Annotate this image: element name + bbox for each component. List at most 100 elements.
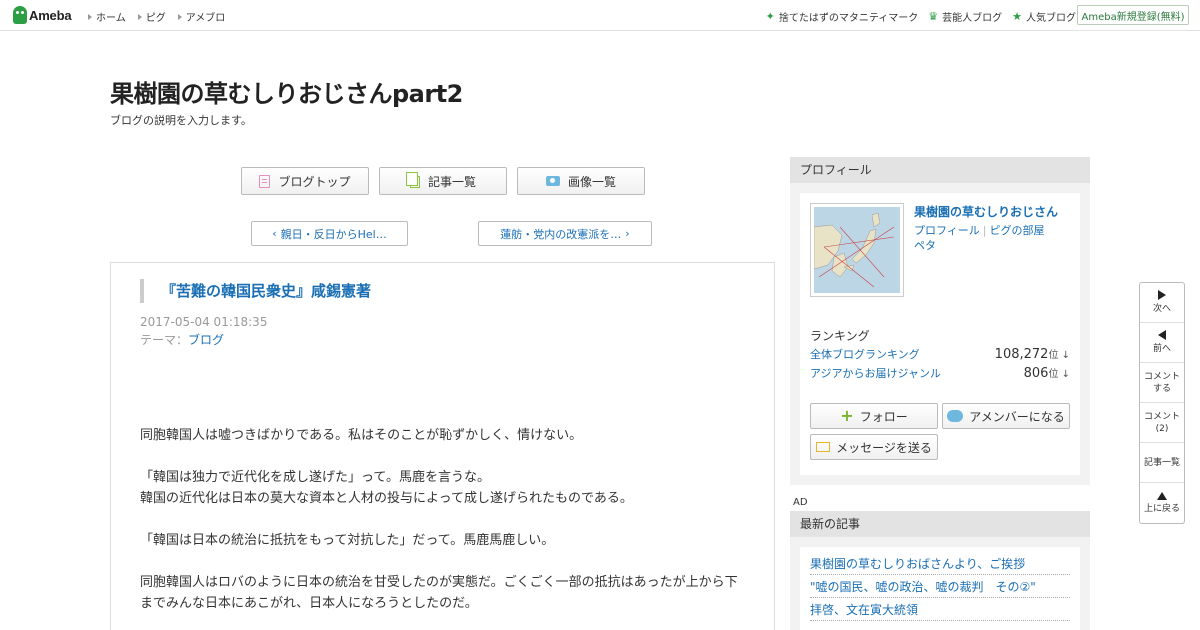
float-comment-button[interactable]: コメント する xyxy=(1140,363,1184,403)
float-next-label: 次へ xyxy=(1152,304,1171,314)
float-comments-count: (2) xyxy=(1155,423,1169,434)
chevron-right-icon: › xyxy=(625,227,630,240)
entry-paragraph: 「韓国は独力で近代化を成し遂げた」って。馬鹿を言うな。 韓国の近代化は日本の莫大… xyxy=(140,467,750,509)
ameba-logo[interactable]: Ameba xyxy=(13,6,72,24)
ranking-row: 全体ブログランキング 108,272位 ↓ xyxy=(810,346,1070,362)
mail-icon xyxy=(816,442,831,452)
profile-name[interactable]: 果樹園の草むしりおじさん xyxy=(914,203,1058,220)
next-entry-label: 蓮舫・党内の改憲派を… xyxy=(500,227,622,241)
article: 『苦難の韓国民衆史』咸錫憲著 2017-05-04 01:18:35 テーマ：ブ… xyxy=(110,262,775,630)
camera-icon xyxy=(545,176,560,186)
float-comments-button[interactable]: コメント (2) xyxy=(1140,403,1184,443)
image-list-button[interactable]: 画像一覧 xyxy=(517,167,645,195)
arrow-down-icon: ↓ xyxy=(1058,369,1070,380)
link-popular-blog[interactable]: ★ 人気ブログ xyxy=(1012,9,1076,24)
float-prev-button[interactable]: 前へ xyxy=(1140,323,1184,363)
triangle-right-icon xyxy=(1158,290,1166,300)
ranking-value: 108,272 xyxy=(994,347,1049,362)
recent-entry-link[interactable]: "嘘の国民、嘘の政治、嘘の裁判 その②" xyxy=(810,576,1070,598)
float-comments-label: コメント xyxy=(1143,411,1180,422)
entry-date: 2017-05-04 01:18:35 xyxy=(140,315,268,329)
blog-description: ブログの説明を入力します。 xyxy=(110,114,252,127)
plus-icon: + xyxy=(840,406,854,425)
follow-button[interactable]: + フォロー xyxy=(810,403,938,429)
pigg-room-link[interactable]: ピグの部屋 xyxy=(990,224,1045,237)
float-next-button[interactable]: 次へ xyxy=(1140,283,1184,323)
ranking-value: 806 xyxy=(1023,366,1049,381)
global-nav: ホーム ピグ アメブロ xyxy=(88,9,225,24)
document-icon xyxy=(259,174,271,188)
next-entry-link[interactable]: 蓮舫・党内の改憲派を… › xyxy=(478,221,652,246)
profile-image[interactable] xyxy=(810,203,904,297)
float-comment-label: コメント xyxy=(1143,371,1180,382)
triangle-left-icon xyxy=(1158,330,1166,340)
entry-title[interactable]: 『苦難の韓国民衆史』咸錫憲著 xyxy=(140,279,371,303)
ranking-unit: 位 xyxy=(1048,350,1059,361)
float-entry-list-button[interactable]: 記事一覧 xyxy=(1140,443,1184,483)
speech-bubble-icon xyxy=(947,410,964,422)
ranking-row: アジアからお届けジャンル 806位 ↓ xyxy=(810,365,1070,381)
prev-entry-link[interactable]: ‹ 親日・反日からHel… xyxy=(251,221,408,246)
nav-home-label: ホーム xyxy=(96,13,126,24)
triangle-up-icon xyxy=(1157,491,1167,500)
entry-theme-link[interactable]: ブログ xyxy=(188,333,224,347)
amember-button[interactable]: アメンバーになる xyxy=(942,403,1070,429)
ranking-overall-link[interactable]: 全体ブログランキング xyxy=(810,346,920,362)
float-back-to-top-label: 上に戻る xyxy=(1143,503,1180,514)
link-maternity-mark-label: 捨てたはずのマタニティマーク xyxy=(778,13,919,24)
entry-line: 「韓国は独力で近代化を成し遂げた」って。馬鹿を言うな。 xyxy=(140,470,490,485)
nav-ameblo-label: アメブロ xyxy=(185,13,226,24)
triangle-right-icon xyxy=(137,13,142,20)
profile-inner: 果樹園の草むしりおじさん プロフィール | ピグの部屋 ペタ ランキング 全体ブログ… xyxy=(800,193,1080,475)
entry-list-label: 記事一覧 xyxy=(427,174,476,189)
nav-home[interactable]: ホーム xyxy=(88,9,126,24)
message-label: メッセージを送る xyxy=(836,440,932,455)
triangle-right-icon xyxy=(88,13,92,20)
peta-link[interactable]: ペタ xyxy=(914,239,936,252)
blog-top-label: ブログトップ xyxy=(278,174,351,189)
copy-icon xyxy=(405,172,420,188)
profile-box: プロフィール 果樹園の草むしりおじさん プロフィール | ピグの部屋 ペタ ラン… xyxy=(790,157,1090,485)
profile-header: プロフィール xyxy=(790,157,1090,183)
link-maternity-mark[interactable]: ✦ 捨てたはずのマタニティマーク xyxy=(766,9,919,24)
sparkle-icon: ✦ xyxy=(765,10,775,23)
recent-entry-link[interactable]: 果樹園の草むしりおばさんより、ご挨拶 xyxy=(810,553,1070,575)
message-button[interactable]: メッセージを送る xyxy=(810,434,938,460)
ameba-logo-text: Ameba xyxy=(29,7,72,23)
ranking-label: ランキング xyxy=(810,329,870,343)
blog-title[interactable]: 果樹園の草むしりおじさんpart2 xyxy=(110,74,463,109)
chevron-left-icon: ‹ xyxy=(272,227,277,240)
entry-list-button[interactable]: 記事一覧 xyxy=(379,167,507,195)
star-icon: ★ xyxy=(1012,10,1022,23)
ad-label: AD xyxy=(793,497,808,508)
separator: | xyxy=(982,224,987,237)
recent-entries-box: 最新の記事 果樹園の草むしりおばさんより、ご挨拶 "嘘の国民、嘘の政治、嘘の裁判… xyxy=(790,511,1090,630)
header-right-links: ✦ 捨てたはずのマタニティマーク ♛ 芸能人ブログ ★ 人気ブログ xyxy=(766,9,1076,24)
entry-paragraph: 同胞韓国人はロバのように日本の統治を甘受したのが実態だ。ごくごく一部の抵抗はあっ… xyxy=(140,575,738,611)
ameba-logo-icon xyxy=(13,6,27,24)
triangle-right-icon xyxy=(177,13,182,20)
image-list-label: 画像一覧 xyxy=(567,174,616,189)
register-button[interactable]: Ameba新規登録(無料) xyxy=(1077,5,1189,25)
link-celebrity-blog[interactable]: ♛ 芸能人ブログ xyxy=(928,9,1002,24)
recent-entry-link[interactable]: 拝啓、文在寅大統領 xyxy=(810,599,1070,621)
amember-label: アメンバーになる xyxy=(969,409,1065,424)
entry-theme-label: テーマ： xyxy=(140,333,189,347)
nav-pigg[interactable]: ピグ xyxy=(137,9,166,24)
arrow-down-icon: ↓ xyxy=(1058,350,1070,361)
entry-line: 韓国の近代化は日本の莫大な資本と人材の投与によって成し遂げられたものである。 xyxy=(140,491,633,506)
ranking-unit: 位 xyxy=(1048,369,1059,380)
map-thumbnail xyxy=(814,207,900,293)
ranking-genre-link[interactable]: アジアからお届けジャンル xyxy=(810,365,941,381)
profile-link[interactable]: プロフィール xyxy=(914,224,980,237)
float-comment-label-2: する xyxy=(1152,383,1171,394)
crown-icon: ♛ xyxy=(928,10,939,23)
map-image xyxy=(814,207,900,293)
floating-nav: 次へ 前へ コメント する コメント (2) 記事一覧 上に戻る xyxy=(1139,282,1185,524)
link-celebrity-blog-label: 芸能人ブログ xyxy=(942,13,1003,24)
nav-ameblo[interactable]: アメブロ xyxy=(177,9,226,24)
float-back-to-top-button[interactable]: 上に戻る xyxy=(1140,483,1184,523)
ranking-overall-value: 108,272位 ↓ xyxy=(995,346,1070,362)
blog-top-button[interactable]: ブログトップ xyxy=(241,167,369,195)
global-header: Ameba ホーム ピグ アメブロ ✦ 捨てたはずのマタニティマーク ♛ 芸能人ブロ… xyxy=(0,0,1200,31)
